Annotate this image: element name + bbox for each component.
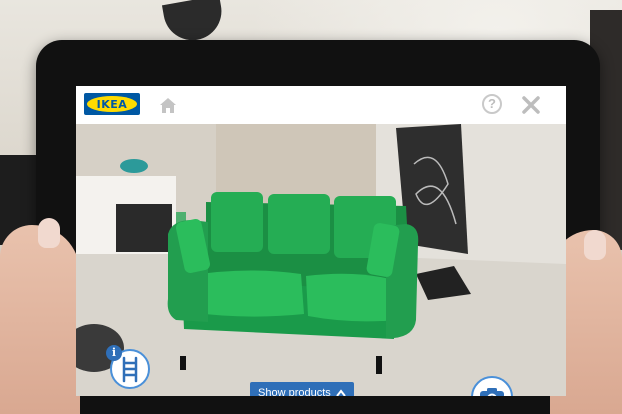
teal-bowl: [120, 159, 148, 173]
show-products-label: Show products: [258, 387, 331, 396]
left-thumbnail: [38, 218, 60, 248]
logo-oval: IKEA: [87, 96, 137, 112]
close-button[interactable]: [520, 94, 542, 116]
room-scene: [76, 124, 566, 396]
ikea-logo[interactable]: IKEA: [84, 93, 140, 115]
top-bar: IKEA ?: [76, 86, 566, 125]
info-badge: i: [106, 345, 122, 361]
black-drawer: [116, 204, 172, 252]
home-icon: [160, 98, 176, 113]
left-hand: [0, 225, 80, 414]
product-info-button[interactable]: i: [106, 345, 150, 389]
show-products-button[interactable]: Show products: [250, 382, 354, 396]
home-button[interactable]: [158, 95, 178, 115]
help-button[interactable]: ?: [482, 94, 502, 114]
ar-camera-view[interactable]: i Show products: [76, 124, 566, 396]
close-icon: [522, 96, 540, 114]
right-thumbnail: [584, 230, 606, 260]
camera-icon: [480, 388, 504, 396]
chevron-up-icon: [335, 389, 346, 396]
app-screen: IKEA ? i Show products: [76, 86, 566, 396]
logo-text: IKEA: [96, 97, 128, 111]
